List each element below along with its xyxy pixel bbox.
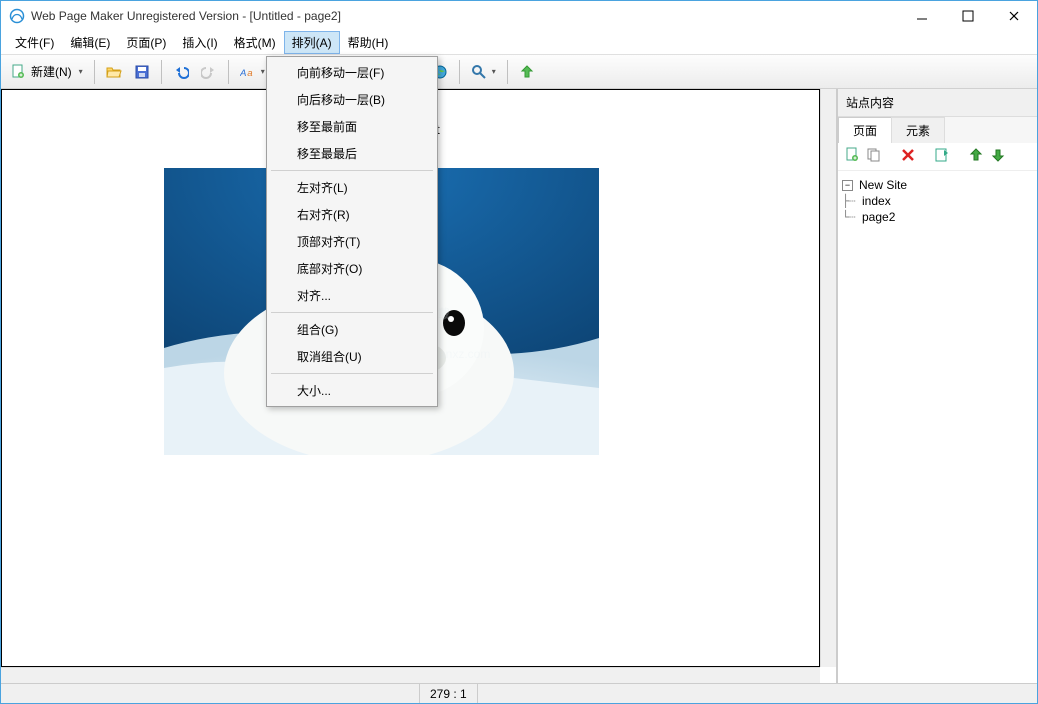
svg-text:a: a <box>247 68 252 79</box>
menu-edit[interactable]: 编辑(E) <box>62 31 118 54</box>
dropdown-separator <box>271 373 433 374</box>
dd-align-right[interactable]: 右对齐(R) <box>269 201 435 228</box>
sidebar: 站点内容 页面 元素 − New Site ├┈ index <box>837 89 1037 683</box>
statusbar: 279 : 1 <box>1 683 1037 703</box>
dd-bring-forward[interactable]: 向前移动一层(F) <box>269 59 435 86</box>
undo-icon <box>173 64 189 80</box>
minimize-button[interactable] <box>899 1 945 31</box>
workspace: dit text <box>1 89 1037 683</box>
svg-text:anxz.com: anxz.com <box>439 347 490 361</box>
chevron-down-icon: ▾ <box>492 67 496 76</box>
dd-send-backward[interactable]: 向后移动一层(B) <box>269 86 435 113</box>
new-button-label: 新建(N) <box>29 63 74 80</box>
magnifier-icon <box>471 64 487 80</box>
copy-page-icon[interactable] <box>866 147 882 166</box>
menu-format[interactable]: 格式(M) <box>226 31 284 54</box>
sidebar-tabs: 页面 元素 <box>838 117 1037 143</box>
tree-root-row[interactable]: − New Site <box>842 177 1033 193</box>
open-button[interactable] <box>101 59 127 85</box>
dd-group[interactable]: 组合(G) <box>269 316 435 343</box>
menu-help[interactable]: 帮助(H) <box>340 31 397 54</box>
toolbar: 新建(N) ▾ Aa ▾ ▾ ▾ ▾ ▾ <box>1 55 1037 89</box>
move-up-icon[interactable] <box>968 147 984 166</box>
zoom-button[interactable]: ▾ <box>466 59 501 85</box>
move-down-icon[interactable] <box>990 147 1006 166</box>
tree-item-page2[interactable]: └┈ page2 <box>842 209 1033 225</box>
tree-item-label: page2 <box>862 210 895 224</box>
status-coords: 279 : 1 <box>419 684 477 703</box>
tree-item-label: index <box>862 194 891 208</box>
sidebar-title: 站点内容 <box>838 89 1037 117</box>
chevron-down-icon: ▾ <box>79 67 83 76</box>
dd-align-top[interactable]: 顶部对齐(T) <box>269 228 435 255</box>
tree-root-label: New Site <box>859 178 907 192</box>
arrange-dropdown: 向前移动一层(F) 向后移动一层(B) 移至最前面 移至最最后 左对齐(L) 右… <box>266 56 438 407</box>
window-title: Web Page Maker Unregistered Version - [U… <box>31 9 899 23</box>
toolbar-separator <box>161 60 162 84</box>
save-icon <box>134 64 150 80</box>
toolbar-separator <box>94 60 95 84</box>
tree-item-index[interactable]: ├┈ index <box>842 193 1033 209</box>
text-style-button[interactable]: Aa ▾ <box>235 59 270 85</box>
undo-button[interactable] <box>168 59 194 85</box>
titlebar: Web Page Maker Unregistered Version - [U… <box>1 1 1037 31</box>
sidebar-toolbar <box>838 143 1037 171</box>
menu-page[interactable]: 页面(P) <box>118 31 174 54</box>
menu-file[interactable]: 文件(F) <box>7 31 62 54</box>
horizontal-scrollbar[interactable] <box>1 667 820 683</box>
upload-button[interactable] <box>514 59 540 85</box>
dd-align-bottom[interactable]: 底部对齐(O) <box>269 255 435 282</box>
toolbar-separator <box>228 60 229 84</box>
site-tree: − New Site ├┈ index └┈ page2 <box>838 171 1037 683</box>
status-empty <box>477 684 1037 703</box>
page-properties-icon[interactable] <box>934 147 950 166</box>
tree-connector: ├┈ <box>842 194 862 208</box>
new-page-icon[interactable] <box>844 147 860 166</box>
dropdown-separator <box>271 170 433 171</box>
chevron-down-icon: ▾ <box>261 67 265 76</box>
new-file-icon <box>10 64 26 80</box>
menu-arrange[interactable]: 排列(A) <box>284 31 340 54</box>
dd-align-left[interactable]: 左对齐(L) <box>269 174 435 201</box>
dd-size[interactable]: 大小... <box>269 377 435 404</box>
delete-page-icon[interactable] <box>900 147 916 166</box>
folder-open-icon <box>106 64 122 80</box>
close-button[interactable] <box>991 1 1037 31</box>
dropdown-separator <box>271 312 433 313</box>
toolbar-separator <box>459 60 460 84</box>
dd-ungroup[interactable]: 取消组合(U) <box>269 343 435 370</box>
toolbar-separator <box>507 60 508 84</box>
tab-element[interactable]: 元素 <box>891 117 945 143</box>
maximize-button[interactable] <box>945 1 991 31</box>
up-arrow-icon <box>519 64 535 80</box>
dd-bring-front[interactable]: 移至最前面 <box>269 113 435 140</box>
redo-icon <box>201 64 217 80</box>
window-control-buttons <box>899 1 1037 31</box>
menu-insert[interactable]: 插入(I) <box>174 31 225 54</box>
text-style-icon: Aa <box>240 64 256 80</box>
app-icon <box>9 8 25 24</box>
menubar: 文件(F) 编辑(E) 页面(P) 插入(I) 格式(M) 排列(A) 帮助(H… <box>1 31 1037 55</box>
svg-text:A: A <box>240 68 246 79</box>
tree-collapse-icon[interactable]: − <box>842 180 853 191</box>
dd-send-back[interactable]: 移至最最后 <box>269 140 435 167</box>
new-button[interactable]: 新建(N) ▾ <box>5 59 88 85</box>
redo-button[interactable] <box>196 59 222 85</box>
tree-connector: └┈ <box>842 210 862 224</box>
vertical-scrollbar[interactable] <box>820 89 836 667</box>
dd-align[interactable]: 对齐... <box>269 282 435 309</box>
tab-page[interactable]: 页面 <box>838 117 892 143</box>
save-button[interactable] <box>129 59 155 85</box>
